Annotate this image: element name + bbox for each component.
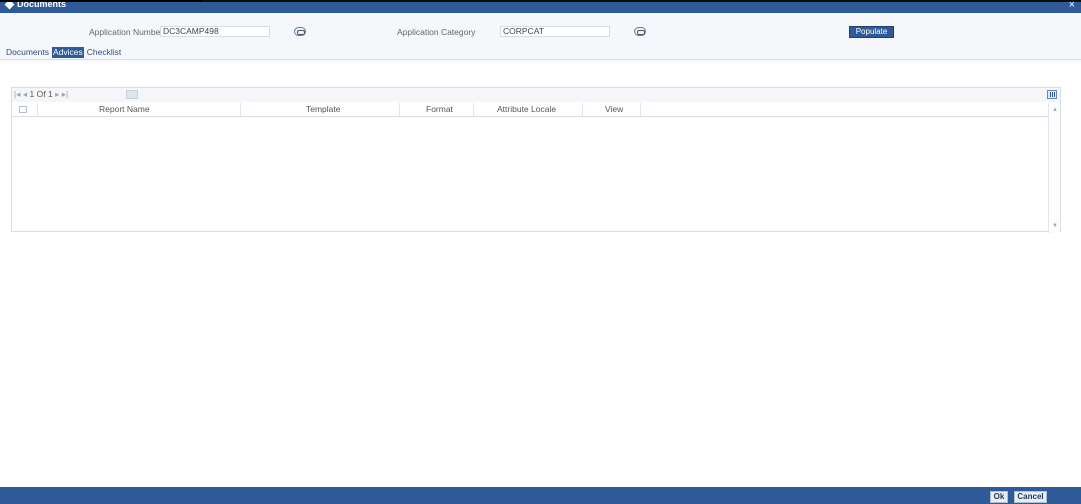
application-category-field[interactable]: CORPCAT [500, 26, 610, 37]
scroll-down-icon[interactable]: ▼ [1052, 223, 1058, 229]
pager-current-page: 1 [29, 89, 35, 99]
scroll-up-icon[interactable]: ▲ [1052, 107, 1058, 113]
application-category-label: Application Category [397, 27, 476, 37]
title-underline [0, 0, 202, 2]
column-chooser-icon[interactable] [1047, 90, 1057, 99]
header-panel: Application Number DC3CAMP498 Applicatio… [0, 13, 1081, 61]
application-number-lov-icon[interactable] [294, 27, 306, 36]
tab-documents[interactable]: Documents [5, 47, 50, 58]
tab-advices[interactable]: Advices [52, 47, 84, 58]
application-number-label: Application Number [89, 27, 164, 37]
advices-grid: |◂ ◂ 1 Of 1 ▸ ▸| Report Name Template Fo… [11, 87, 1061, 233]
application-category-lov-icon[interactable] [634, 27, 646, 36]
column-separator [399, 103, 400, 116]
pager-next-last-icon[interactable]: ▸ ▸| [55, 89, 68, 99]
column-separator [473, 103, 474, 116]
pager-text: |◂ ◂ 1 Of 1 ▸ ▸| [14, 89, 68, 100]
pager-of-label: Of [36, 89, 46, 99]
tab-checklist[interactable]: Checklist [86, 47, 122, 58]
cancel-button[interactable]: Cancel [1014, 491, 1047, 503]
tab-divider [0, 59, 1081, 60]
pager-go-button[interactable] [126, 90, 138, 99]
grid-pager: |◂ ◂ 1 Of 1 ▸ ▸| [12, 88, 1060, 102]
select-all-checkbox[interactable] [19, 106, 27, 113]
tab-strip: Documents Advices Checklist [5, 47, 122, 58]
column-attribute-locale[interactable]: Attribute Locale [497, 104, 556, 114]
column-separator [37, 103, 38, 116]
column-separator [240, 103, 241, 116]
footer-bar: Ok Cancel [0, 487, 1081, 504]
grid-header-row: Report Name Template Format Attribute Lo… [12, 103, 1048, 117]
column-separator [640, 103, 641, 116]
application-number-field[interactable]: DC3CAMP498 [160, 26, 270, 37]
column-report-name[interactable]: Report Name [99, 104, 150, 114]
pager-first-prev-icon[interactable]: |◂ ◂ [14, 89, 27, 99]
pager-total-pages: 1 [47, 89, 53, 99]
ok-button[interactable]: Ok [990, 491, 1008, 503]
grid-vertical-scrollbar[interactable]: ▲ ▼ [1048, 103, 1060, 233]
documents-window: Documents × Application Number DC3CAMP49… [0, 0, 1081, 504]
column-template[interactable]: Template [306, 104, 341, 114]
column-view[interactable]: View [605, 104, 623, 114]
column-separator [582, 103, 583, 116]
column-format[interactable]: Format [426, 104, 453, 114]
close-icon[interactable]: × [1069, 0, 1075, 11]
populate-button[interactable]: Populate [849, 26, 894, 38]
